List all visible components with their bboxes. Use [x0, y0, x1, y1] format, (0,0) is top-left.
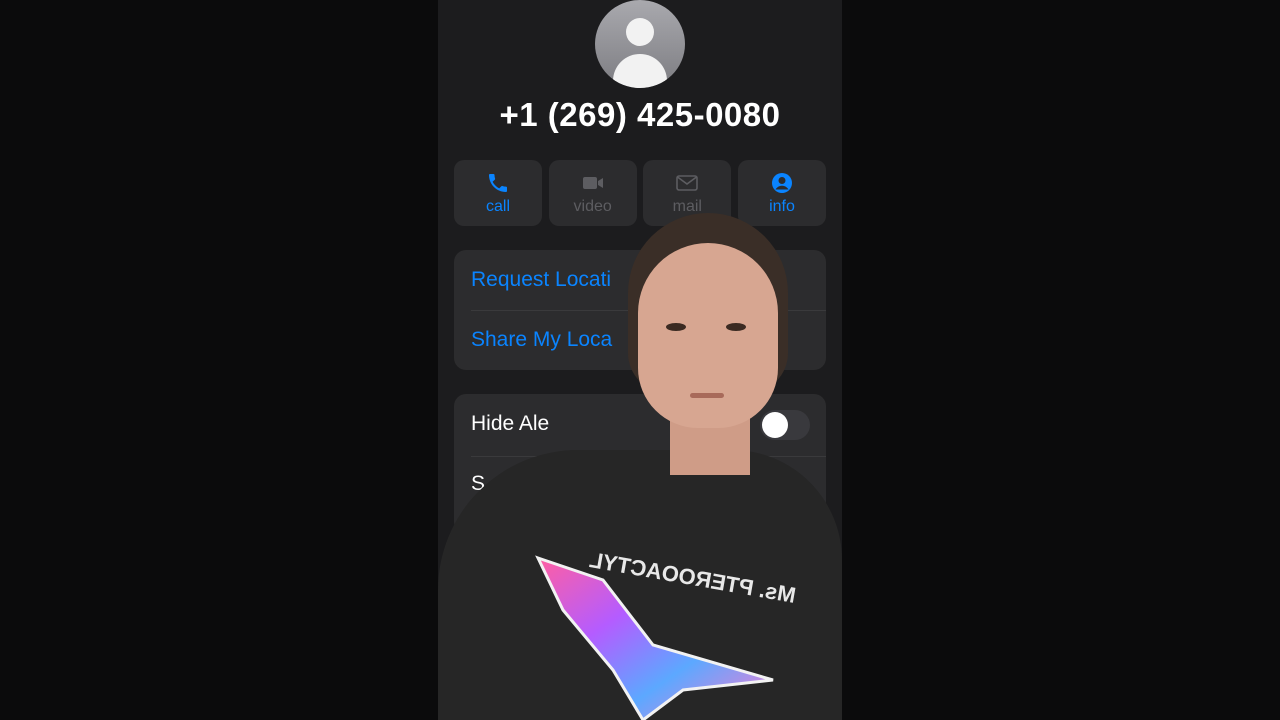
video-camera-icon — [582, 176, 603, 189]
contact-details-screen: +1 (269) 425-0080 call video mail info R… — [438, 0, 842, 720]
person-silhouette-icon — [626, 18, 654, 46]
person-circle-icon — [771, 172, 792, 193]
envelope-icon — [676, 174, 699, 191]
phone-icon — [489, 173, 507, 192]
contact-avatar — [595, 0, 685, 88]
contact-phone-number: +1 (269) 425-0080 — [499, 96, 781, 133]
person-video-overlay: Ms. PTEROOACTYL — [438, 205, 842, 720]
person-face — [638, 243, 778, 428]
